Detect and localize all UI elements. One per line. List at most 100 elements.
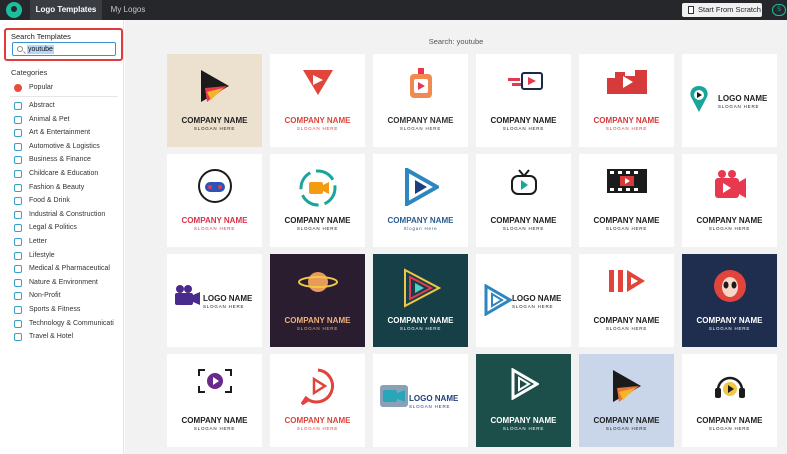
headphones-icon xyxy=(682,368,777,411)
main-content: Search: youtube COMPANY NAME SLOGAN HERE C… xyxy=(125,20,787,454)
category-label: Nature & Environment xyxy=(29,278,98,286)
sidebar: Search Templates youtube Categories Popu… xyxy=(0,20,124,454)
play-gradient-icon xyxy=(579,368,674,409)
category-label: Automotive & Logistics xyxy=(29,142,100,150)
template-card[interactable]: COMPANY NAME SLOGAN HERE xyxy=(373,254,468,347)
template-card[interactable]: COMPANY NAME SLOGAN HERE xyxy=(682,254,777,347)
template-card[interactable]: COMPANY NAME SLOGAN HERE xyxy=(270,354,365,447)
category-item-popular[interactable]: Popular xyxy=(10,81,118,97)
category-item-childcare-education[interactable]: Childcare & Education xyxy=(10,167,118,181)
template-slogan: SLOGAN HERE xyxy=(708,426,751,431)
template-slogan: SLOGAN HERE xyxy=(708,326,751,331)
document-icon xyxy=(688,6,694,14)
template-card[interactable]: COMPANY NAME SLOGAN HERE xyxy=(373,54,468,147)
template-card[interactable]: COMPANY NAME SLOGAN HERE xyxy=(167,54,262,147)
category-item-abstract[interactable]: Abstract xyxy=(10,99,118,113)
bubble-play-icon xyxy=(270,368,365,411)
template-slogan: SLOGAN HERE xyxy=(296,426,339,431)
category-item-food-drink[interactable]: Food & Drink xyxy=(10,194,118,208)
category-item-lifestyle[interactable]: Lifestyle xyxy=(10,249,118,263)
category-item-non-profit[interactable]: Non-Profit xyxy=(10,289,118,303)
template-slogan: SLOGAN HERE xyxy=(502,126,545,131)
template-card[interactable]: COMPANY NAME SLOGAN HERE xyxy=(270,254,365,347)
category-item-automotive-logistics[interactable]: Automotive & Logistics xyxy=(10,140,118,154)
account-toggle-icon[interactable]: S xyxy=(772,4,786,16)
neon-play-icon xyxy=(373,268,468,313)
template-card[interactable]: LOGO NAME SLOGAN HERE xyxy=(476,254,571,347)
play-blue-icon xyxy=(373,166,468,211)
template-company-name: COMPANY NAME xyxy=(181,416,248,425)
category-item-animal-pet[interactable]: Animal & Pet xyxy=(10,113,118,127)
start-from-scratch-label: Start From Scratch xyxy=(698,5,761,14)
template-card[interactable]: COMPANY NAME SLOGAN HERE xyxy=(579,354,674,447)
template-slogan: Slogan Here xyxy=(403,226,438,231)
template-card[interactable]: COMPANY NAME SLOGAN HERE xyxy=(270,54,365,147)
template-slogan: SLOGAN HERE xyxy=(605,326,648,331)
template-card[interactable]: COMPANY NAME SLOGAN HERE xyxy=(476,354,571,447)
category-icon xyxy=(14,319,22,328)
category-item-nature-environment[interactable]: Nature & Environment xyxy=(10,276,118,290)
template-slogan: SLOGAN HERE xyxy=(296,226,339,231)
template-card[interactable]: LOGO NAME SLOGAN HERE xyxy=(373,354,468,447)
category-item-technology-communicati[interactable]: Technology & Communicati xyxy=(10,317,118,331)
template-company-name: COMPANY NAME xyxy=(593,316,660,325)
template-card[interactable]: LOGO NAME SLOGAN HERE xyxy=(167,254,262,347)
category-icon xyxy=(14,292,22,301)
category-item-art-entertainment[interactable]: Art & Entertainment xyxy=(10,126,118,140)
template-card[interactable]: COMPANY NAME SLOGAN HERE xyxy=(270,154,365,247)
category-label: Technology & Communicati xyxy=(29,319,114,327)
category-item-business-finance[interactable]: Business & Finance xyxy=(10,153,118,167)
play-gradient-icon xyxy=(167,68,262,109)
category-label: Fashion & Beauty xyxy=(29,183,85,191)
search-field[interactable]: youtube xyxy=(12,42,116,56)
template-card[interactable]: COMPANY NAME SLOGAN HERE xyxy=(476,154,571,247)
template-company-name: COMPANY NAME xyxy=(387,116,454,125)
gamepad-icon xyxy=(167,168,262,209)
template-card[interactable]: COMPANY NAME SLOGAN HERE xyxy=(579,254,674,347)
search-result-label: Search: youtube xyxy=(428,37,484,46)
template-card[interactable]: COMPANY NAME SLOGAN HERE xyxy=(579,54,674,147)
template-slogan: SLOGAN HERE xyxy=(193,126,236,131)
category-item-legal-politics[interactable]: Legal & Politics xyxy=(10,221,118,235)
template-card[interactable]: COMPANY NAME SLOGAN HERE xyxy=(579,154,674,247)
category-item-sports-fitness[interactable]: Sports & Fitness xyxy=(10,303,118,317)
template-card[interactable]: COMPANY NAME Slogan Here xyxy=(373,154,468,247)
template-slogan: SLOGAN HERE xyxy=(502,226,545,231)
search-input[interactable]: youtube xyxy=(27,45,54,54)
template-company-name: COMPANY NAME xyxy=(387,316,454,325)
template-card[interactable]: COMPANY NAME SLOGAN HERE xyxy=(682,354,777,447)
pause-play-icon xyxy=(579,268,674,299)
category-item-medical-pharmaceutical[interactable]: Medical & Pharmaceutical xyxy=(10,262,118,276)
category-item-fashion-beauty[interactable]: Fashion & Beauty xyxy=(10,181,118,195)
search-templates-panel: Search Templates youtube xyxy=(4,28,123,61)
city-play-icon xyxy=(579,68,674,101)
template-slogan: SLOGAN HERE xyxy=(605,226,648,231)
tab-logo-templates[interactable]: Logo Templates xyxy=(30,0,102,20)
start-from-scratch-button[interactable]: Start From Scratch xyxy=(682,3,762,17)
play-outline-icon xyxy=(482,283,513,321)
triangle-play-icon xyxy=(270,68,365,101)
template-company-name: COMPANY NAME xyxy=(696,216,763,225)
category-label: Animal & Pet xyxy=(29,115,70,123)
category-label: Abstract xyxy=(29,102,55,109)
template-card[interactable]: COMPANY NAME SLOGAN HERE xyxy=(167,354,262,447)
template-card[interactable]: COMPANY NAME SLOGAN HERE xyxy=(476,54,571,147)
template-slogan: SLOGAN HERE xyxy=(502,426,545,431)
app-logo-icon[interactable] xyxy=(6,2,22,18)
template-company-name: COMPANY NAME xyxy=(593,116,660,125)
category-item-industrial-construction[interactable]: Industrial & Construction xyxy=(10,208,118,222)
tv-play-icon xyxy=(373,68,468,105)
category-label: Business & Finance xyxy=(29,156,91,164)
category-item-travel-hotel[interactable]: Travel & Hotel xyxy=(10,330,118,344)
template-slogan: SLOGAN HERE xyxy=(605,426,648,431)
template-slogan: SLOGAN HERE xyxy=(193,226,236,231)
category-icon xyxy=(14,237,22,246)
template-card[interactable]: COMPANY NAME SLOGAN HERE xyxy=(167,154,262,247)
tab-my-logos[interactable]: My Logos xyxy=(106,0,150,20)
category-item-letter[interactable]: Letter xyxy=(10,235,118,249)
template-card[interactable]: LOGO NAME SLOGAN HERE xyxy=(682,54,777,147)
template-company-name: COMPANY NAME xyxy=(284,316,351,325)
template-card[interactable]: COMPANY NAME SLOGAN HERE xyxy=(682,154,777,247)
template-slogan: SLOGAN HERE xyxy=(193,426,236,431)
template-company-name: COMPANY NAME xyxy=(490,116,557,125)
